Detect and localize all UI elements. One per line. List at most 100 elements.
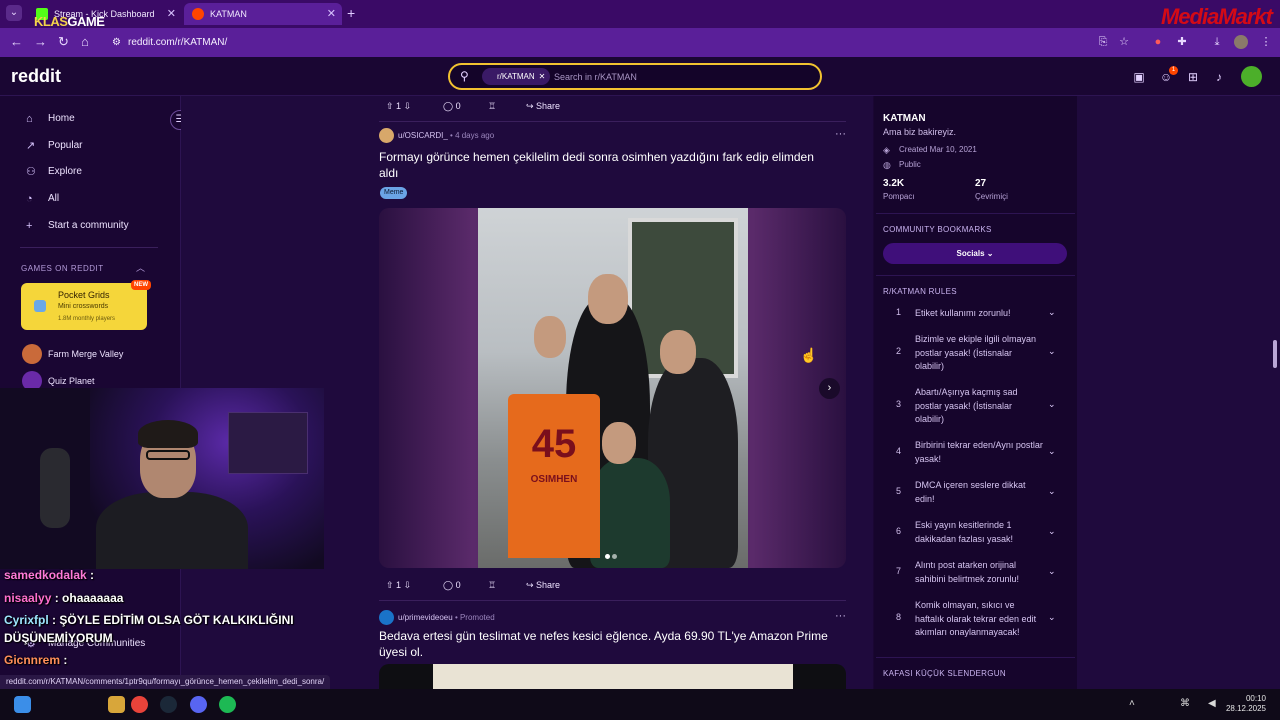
new-tab-button[interactable]: + [347,5,355,21]
search-input[interactable] [554,68,804,85]
extension-icon[interactable]: ● [1151,35,1165,49]
chevron-down-icon[interactable]: ⌄ [1048,346,1056,357]
rule-text: Alıntı post atarken orijinal sahibini be… [915,560,1020,584]
game-farm-merge-valley[interactable]: Farm Merge Valley [22,344,123,364]
reload-icon[interactable]: ↻ [58,34,69,50]
post-divider [379,600,846,601]
user-avatar[interactable] [1241,66,1262,87]
steam-icon[interactable] [160,696,177,713]
tab-search-button[interactable]: ⌄ [6,5,22,21]
network-icon[interactable]: ⌘ [1180,698,1190,709]
chevron-down-icon[interactable]: ⌄ [1048,307,1056,318]
browser-toolbar: ← → ↻ ⌂ ⚙ reddit.com/r/KATMAN/ ⎘ ☆ ● ✚ ⤓… [0,28,1280,57]
community-created: ◈ Created Mar 10, 2021 [883,144,977,156]
scrollbar[interactable] [1270,96,1280,700]
socials-dropdown[interactable]: Socials ⌄ [883,243,1067,264]
back-icon[interactable]: ← [10,34,23,49]
comment-count: 0 [455,580,461,590]
advertise-icon[interactable]: ▣ [1131,69,1147,85]
online-label: Çevrimiçi [975,192,1008,201]
remove-scope-icon[interactable]: ✕ [539,72,546,81]
system-clock[interactable]: 00:10 28.12.2025 [1226,694,1266,714]
upvote-button[interactable]: ⇧ 1 ⇩ [380,97,417,115]
advertiser-avatar[interactable] [379,610,394,625]
rule-number: 6 [896,526,902,536]
chat-message: ŞÖYLE EDİTİM OLSA GÖT KALKIKLIĞINI [59,613,294,627]
streamer-webcam: 〰 [0,388,324,569]
spotify-icon[interactable] [219,696,236,713]
game-players: 1.8M monthly players [58,316,116,322]
comments-button[interactable]: ◯ 0 [437,97,467,115]
bookmark-star-icon[interactable]: ☆ [1117,35,1131,49]
chrome-icon[interactable] [131,696,148,713]
comment-count: 0 [455,101,461,111]
photo-face [602,422,636,464]
close-tab-icon[interactable]: ✕ [327,3,336,25]
nav-label: Popular [48,140,83,151]
volume-icon[interactable]: ◀ [1208,698,1216,709]
all-icon: ◔ [26,193,33,205]
bookmarks-section-label: COMMUNITY BOOKMARKS [883,225,992,234]
chevron-down-icon[interactable]: ⌄ [1048,399,1056,410]
gallery-next-icon[interactable]: › [819,378,840,399]
share-button[interactable]: ↪ Share [520,576,566,594]
search-bar[interactable]: ⚲ r/KATMAN ✕ [448,63,822,90]
award-button[interactable]: ♖ [482,97,502,115]
chat-user: Cyrixfpl [4,613,49,627]
page-dot [612,554,617,559]
chevron-down-icon[interactable]: ⌄ [1048,566,1056,577]
nav-home[interactable]: ⌂ Home [26,109,75,129]
chat-line: DÜŞÜNEMİYORUM [4,631,113,645]
post-more-options-icon[interactable]: ··· [835,128,846,140]
file-explorer-icon[interactable] [108,696,125,713]
chevron-up-icon[interactable]: ︿ [136,261,145,274]
home-icon: ⌂ [26,113,33,125]
post-title[interactable]: Formayı görünce hemen çekilelim dedi son… [379,149,829,181]
game-label: Farm Merge Valley [48,349,124,359]
home-browser-icon[interactable]: ⌂ [81,34,89,49]
discord-icon[interactable] [190,696,207,713]
profile-avatar-icon[interactable] [1234,35,1248,49]
nav-popular[interactable]: ↗ Popular [26,136,82,156]
community-description: Ama biz bakireyiz. [883,127,957,137]
gallery-pagination [605,546,621,559]
create-post-icon[interactable]: ⊞ [1185,69,1201,85]
extensions-puzzle-icon[interactable]: ✚ [1175,35,1189,49]
chat-user: samedkodalak [4,568,87,582]
upvote-button[interactable]: ⇧ 1 ⇩ [380,576,417,594]
address-bar[interactable]: ⚙ reddit.com/r/KATMAN/ [104,32,1094,53]
tab-katman[interactable]: KATMAN ✕ [184,3,342,25]
comments-button[interactable]: ◯ 0 [437,576,467,594]
search-scope-chip[interactable]: r/KATMAN ✕ [482,68,551,85]
post-flair[interactable]: Meme [380,187,408,199]
scrollbar-thumb[interactable] [1273,340,1277,368]
notifications-bell-icon[interactable]: ♪ [1211,69,1227,85]
featured-game-card[interactable]: Pocket Grids Mini crosswords 1.8M monthl… [21,280,151,330]
windows-start-icon[interactable] [14,696,31,713]
site-info-icon[interactable]: ⚙ [112,32,121,53]
search-icon: ⚲ [460,69,469,83]
promoted-author[interactable]: u/primevideoeu [398,613,453,622]
nav-explore[interactable]: ⚇ Explore [26,162,82,182]
tray-arrow-icon[interactable]: ˄ [1129,698,1135,709]
chevron-down-icon[interactable]: ⌄ [1048,486,1056,497]
forward-icon[interactable]: → [34,34,47,49]
award-button[interactable]: ♖ [482,576,502,594]
download-icon[interactable]: ⤓ [1210,35,1224,49]
post-author[interactable]: u/OSICARDI_ [398,131,448,140]
share-button[interactable]: ↪ Share [520,97,566,115]
nav-all[interactable]: ◔ All [26,189,59,209]
post-divider [379,121,846,122]
chevron-down-icon[interactable]: ⌄ [1048,526,1056,537]
browser-menu-icon[interactable]: ⋮ [1259,35,1273,49]
promoted-title[interactable]: Bedava ertesi gün teslimat ve nefes kesi… [379,628,829,660]
nav-start-community[interactable]: + Start a community [26,216,129,236]
chevron-down-icon[interactable]: ⌄ [1048,446,1056,457]
install-app-icon[interactable]: ⎘ [1096,35,1110,49]
promoted-more-options-icon[interactable]: ··· [835,610,846,622]
post-image-gallery[interactable]: 45 OSIMHEN [379,208,846,568]
close-tab-icon[interactable]: ✕ [167,3,176,25]
author-avatar[interactable] [379,128,394,143]
reddit-logo[interactable]: reddit [11,66,61,87]
chevron-down-icon[interactable]: ⌄ [1048,612,1056,623]
